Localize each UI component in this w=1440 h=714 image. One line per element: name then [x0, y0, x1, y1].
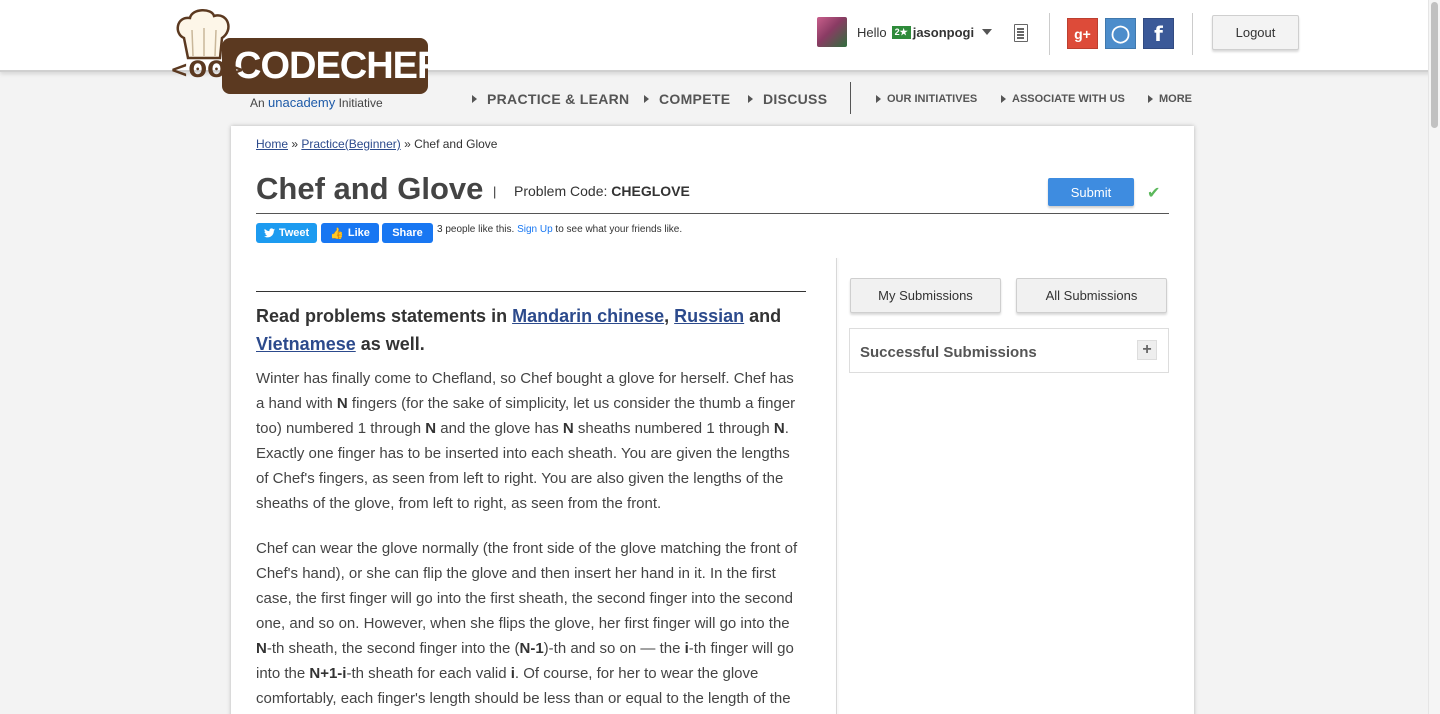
breadcrumb-separator: »	[400, 137, 415, 151]
greeting-text: Hello	[857, 24, 887, 40]
solved-check-icon: ✔	[1147, 183, 1161, 202]
logo-wordmark: CODECHEF	[222, 38, 440, 94]
initiative-prefix: An	[250, 96, 265, 110]
title-divider	[256, 213, 1169, 214]
lang-vietnamese-link[interactable]: Vietnamese	[256, 334, 356, 354]
nav-label: OUR INITIATIVES	[887, 93, 978, 105]
lang-mandarin-link[interactable]: Mandarin chinese	[512, 306, 664, 326]
problem-code-value: CHEGLOVE	[611, 183, 690, 199]
problem-code: Problem Code: CHEGLOVE	[514, 183, 690, 199]
nav-label: ASSOCIATE WITH US	[1012, 93, 1125, 105]
user-rating-badge: 2★	[891, 25, 911, 39]
page-scrollbar[interactable]	[1428, 0, 1440, 714]
bold-term: N+1-i	[309, 665, 347, 682]
text-run: sheaths numbered 1 through	[573, 420, 774, 437]
bold-term: N	[425, 420, 437, 437]
username: jasonpogi	[912, 24, 975, 40]
nav-divider	[850, 82, 851, 114]
nav-label: MORE	[1159, 93, 1192, 105]
facebook-like-button[interactable]: 👍 Like	[321, 223, 379, 243]
statement-paragraph-2: Chef can wear the glove normally (the fr…	[256, 536, 806, 711]
nav-associate-with-us[interactable]: ASSOCIATE WITH US	[1001, 93, 1125, 105]
successful-submissions-title: Successful Submissions	[860, 344, 1037, 361]
lang-comma: ,	[664, 306, 675, 326]
breadcrumb-home[interactable]: Home	[256, 137, 288, 151]
nav-practice-learn[interactable]: PRACTICE & LEARN	[472, 91, 629, 107]
likes-count-text: 3 people like this. Sign Up to see what …	[437, 223, 693, 236]
lang-prefix: Read problems statements in	[256, 306, 513, 326]
caret-right-icon	[472, 95, 477, 103]
like-label: Like	[347, 227, 370, 239]
caret-right-icon	[748, 95, 753, 103]
my-submissions-button[interactable]: My Submissions	[850, 278, 1001, 313]
caret-right-icon	[876, 95, 881, 103]
tweet-button[interactable]: Tweet	[256, 223, 317, 243]
notes-icon[interactable]	[1014, 24, 1028, 42]
twitter-bird-icon	[263, 228, 275, 238]
text-run: -th sheath for each valid	[346, 665, 511, 682]
bold-term: N-1	[519, 640, 544, 657]
nav-our-initiatives[interactable]: OUR INITIATIVES	[876, 93, 977, 105]
divider	[1192, 13, 1193, 55]
unacademy-logo: unacademy	[268, 95, 336, 110]
breadcrumb: Home » Practice(Beginner) » Chef and Glo…	[256, 137, 497, 151]
user-menu[interactable]: Hello 2★ jasonpogi	[817, 17, 993, 47]
lang-and: and	[744, 306, 782, 326]
statement-paragraph-1: Winter has finally come to Chefland, so …	[256, 366, 806, 516]
nav-compete[interactable]: COMPETE	[644, 91, 730, 107]
caret-right-icon	[1148, 95, 1153, 103]
avatar[interactable]	[817, 17, 847, 47]
text-run: -th sheath, the second finger into the (	[266, 640, 520, 657]
bold-term: N	[256, 640, 267, 657]
google-plus-icon[interactable]: g+	[1067, 18, 1098, 49]
nav-more[interactable]: MORE	[1148, 93, 1192, 105]
column-divider	[836, 258, 837, 714]
title-separator: |	[493, 184, 497, 199]
text-run: and the glove has	[436, 420, 563, 437]
likes-text: 3 people like this.	[437, 224, 518, 235]
likes-suffix: to see what your friends like.	[552, 224, 683, 235]
lang-russian-link[interactable]: Russian	[674, 306, 744, 326]
facebook-share-button[interactable]: Share	[382, 223, 433, 243]
initiative-suffix: Initiative	[338, 96, 383, 110]
breadcrumb-current: Chef and Glove	[414, 137, 498, 151]
nav-label: COMPETE	[659, 91, 731, 107]
thumbs-up-icon: 👍	[330, 226, 344, 240]
unacademy-initiative: An unacademy Initiative	[250, 95, 383, 110]
nav-label: PRACTICE & LEARN	[487, 91, 630, 107]
bold-term: N	[562, 420, 574, 437]
expand-plus-icon[interactable]: +	[1137, 340, 1157, 360]
codechef-logo[interactable]: CODECHEF <ʘʘ> An unacademy Initiative	[170, 6, 440, 116]
logout-button[interactable]: Logout	[1212, 15, 1299, 50]
user-greeting[interactable]: Hello 2★ jasonpogi	[857, 24, 993, 40]
text-run: )-th and so on — the	[543, 640, 685, 657]
divider	[1049, 13, 1050, 55]
text-run: Chef can wear the glove normally (the fr…	[256, 540, 798, 632]
page-title: Chef and Glove	[256, 171, 484, 206]
caret-right-icon	[1001, 95, 1006, 103]
lang-suffix: as well.	[355, 334, 425, 354]
caret-right-icon	[644, 95, 649, 103]
tweet-label: Tweet	[278, 227, 310, 239]
breadcrumb-separator: »	[288, 137, 302, 151]
successful-submissions-panel[interactable]: Successful Submissions +	[849, 328, 1169, 373]
breadcrumb-practice[interactable]: Practice(Beginner)	[301, 137, 400, 151]
scrollbar-thumb[interactable]	[1431, 2, 1438, 128]
facebook-icon[interactable]: f	[1143, 18, 1174, 49]
logo-face-icon: <ʘʘ>	[170, 58, 245, 83]
submit-button[interactable]: Submit	[1048, 178, 1134, 206]
github-icon[interactable]: ◯	[1105, 18, 1136, 49]
signup-link[interactable]: Sign Up	[517, 224, 553, 235]
problem-code-label: Problem Code:	[514, 183, 612, 199]
nav-label: DISCUSS	[763, 91, 828, 107]
all-submissions-button[interactable]: All Submissions	[1016, 278, 1167, 313]
chevron-down-icon[interactable]	[982, 29, 993, 35]
statement-divider	[256, 291, 806, 292]
bold-term: N	[773, 420, 785, 437]
language-links: Read problems statements in Mandarin chi…	[256, 302, 806, 358]
bold-term: N	[336, 395, 348, 412]
nav-discuss[interactable]: DISCUSS	[748, 91, 827, 107]
